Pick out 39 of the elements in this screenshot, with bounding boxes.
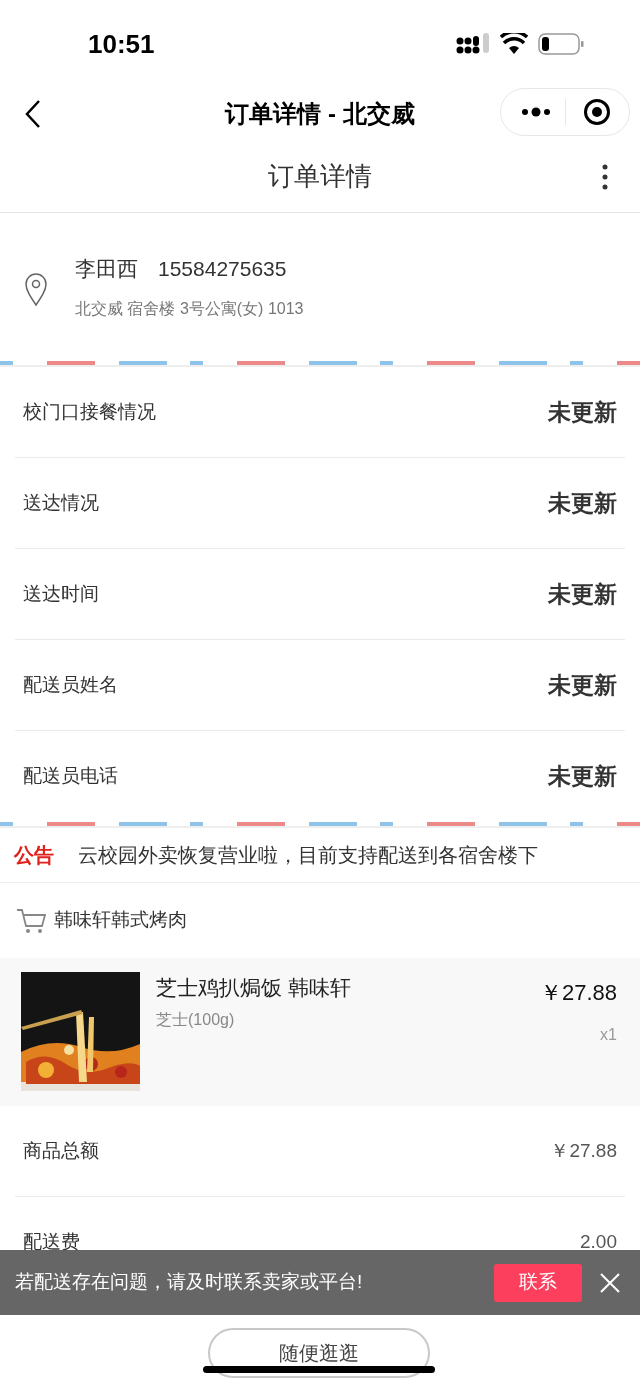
- summary-value: ￥27.88: [550, 1138, 617, 1163]
- cart-icon: [16, 907, 46, 934]
- close-mini-icon[interactable]: [583, 98, 611, 126]
- summary-value: 2.00: [580, 1230, 617, 1255]
- row-label: 校门口接餐情况: [23, 399, 156, 424]
- recipient-name: 李田西: [75, 256, 138, 283]
- close-icon[interactable]: [600, 1272, 620, 1293]
- summary-label: 商品总额: [23, 1138, 99, 1163]
- shop-name: 韩味轩韩式烤肉: [54, 908, 187, 933]
- row-label: 配送员姓名: [23, 672, 118, 697]
- notice-text: 云校园外卖恢复营业啦，目前支持配送到各宿舍楼下: [78, 843, 538, 868]
- row-value: 未更新: [548, 579, 617, 609]
- signal-icon: [456, 33, 490, 55]
- row-value: 未更新: [548, 397, 617, 427]
- summary-label: 配送费: [23, 1230, 80, 1255]
- row-value: 未更新: [548, 670, 617, 700]
- row-label: 送达情况: [23, 490, 99, 515]
- header-title: 订单详情: [268, 159, 372, 193]
- delivery-address: 北交威 宿舍楼 3号公寓(女) 1013: [75, 298, 304, 319]
- row-value: 未更新: [548, 762, 617, 792]
- recipient-phone: 15584275635: [158, 256, 287, 283]
- item-price: ￥27.88: [539, 979, 617, 1007]
- more-icon[interactable]: [521, 106, 551, 118]
- item-quantity: x1: [600, 1025, 617, 1045]
- kebab-menu-icon[interactable]: [602, 164, 608, 190]
- contact-button[interactable]: 联系: [494, 1263, 582, 1302]
- page-title: 订单详情 - 北交威: [225, 99, 415, 129]
- item-name: 芝士鸡扒焗饭 韩味轩: [156, 975, 352, 1001]
- location-pin-icon: [24, 272, 48, 306]
- wifi-icon: [500, 33, 528, 55]
- battery-icon: [538, 33, 584, 55]
- item-spec: 芝士(100g): [156, 1009, 236, 1030]
- row-value: 未更新: [548, 488, 617, 518]
- status-time: 10:51: [88, 27, 155, 61]
- row-label: 配送员电话: [23, 764, 118, 789]
- notice-tag: 公告: [14, 840, 54, 870]
- banner-text: 若配送存在问题，请及时联系卖家或平台!: [15, 1270, 364, 1295]
- row-label: 送达时间: [23, 581, 99, 606]
- back-icon[interactable]: [24, 99, 42, 129]
